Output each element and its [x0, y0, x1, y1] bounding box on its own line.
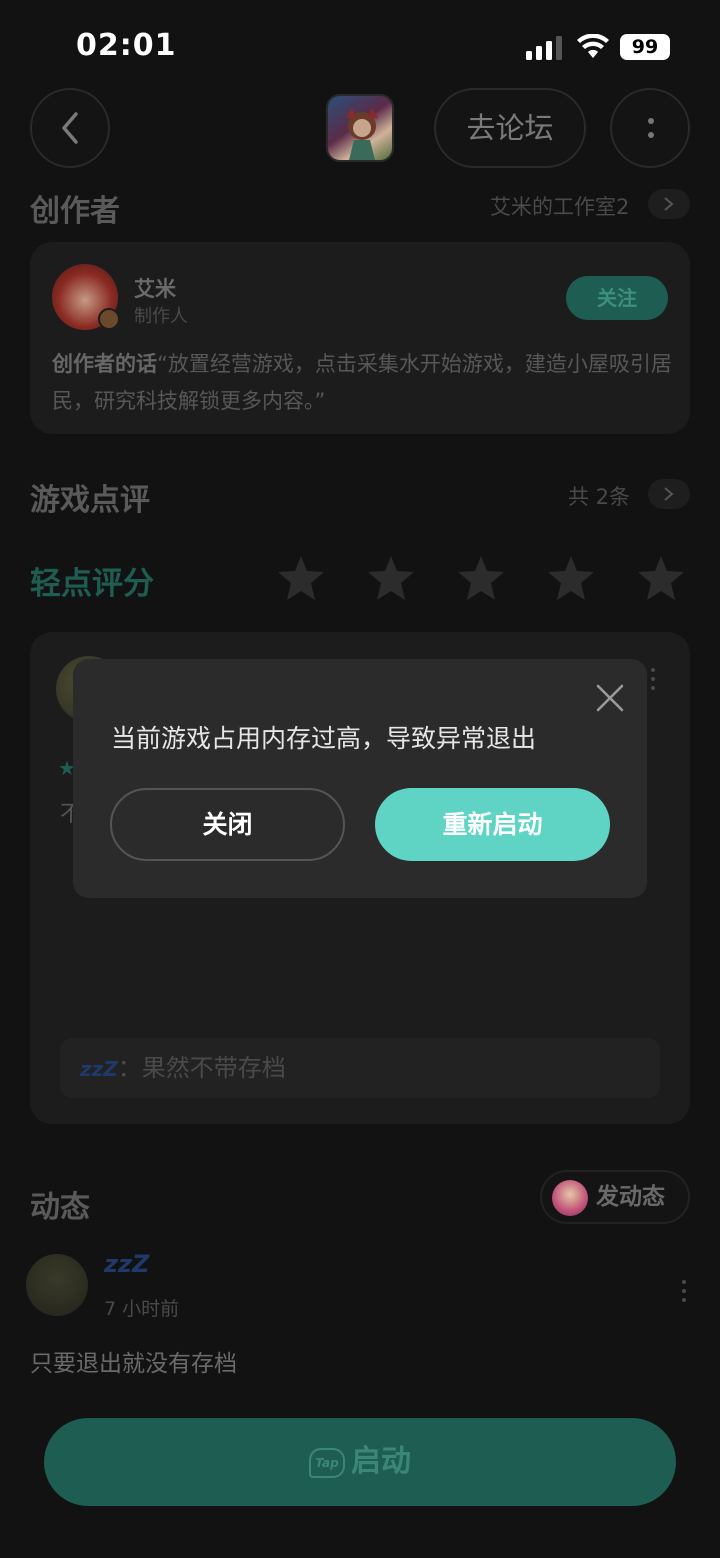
creator-name: 艾米 — [134, 277, 176, 301]
review-reply[interactable]: zzZ：果然不带存档 — [60, 1038, 660, 1098]
studio-link[interactable]: 艾米的工作室2 — [490, 191, 629, 221]
feed-user-name[interactable]: zzZ — [104, 1250, 149, 1278]
game-character-icon — [346, 108, 378, 160]
more-dot-icon — [648, 118, 654, 124]
post-feed-button[interactable]: 发动态 — [540, 1170, 690, 1224]
feed-section-title: 动态 — [30, 1190, 90, 1225]
feed-text: 只要退出就没有存档 — [30, 1351, 237, 1377]
follow-button[interactable]: 关注 — [566, 276, 668, 320]
rating-star-icon[interactable] — [546, 554, 596, 602]
chevron-left-icon — [62, 112, 78, 144]
status-bar: 02:01 99 — [0, 0, 720, 90]
wifi-icon — [577, 34, 609, 58]
battery-indicator: 99 — [620, 34, 670, 60]
more-menu-button[interactable] — [610, 88, 690, 168]
feed-more-icon[interactable] — [682, 1280, 686, 1307]
dialog-message: 当前游戏占用内存过高，导致异常退出 — [111, 724, 537, 753]
chevron-right-icon — [664, 487, 674, 501]
feed-user-avatar[interactable] — [26, 1254, 88, 1316]
post-feed-label: 发动态 — [596, 1184, 665, 1210]
user-avatar-mini — [552, 1180, 588, 1216]
studio-chevron-button[interactable] — [648, 189, 690, 219]
review-more-icon[interactable] — [651, 668, 655, 695]
launch-label: 启动 — [351, 1444, 411, 1479]
more-dot-icon — [648, 132, 654, 138]
dialog-restart-button[interactable]: 重新启动 — [375, 788, 610, 861]
tap-logo-icon: Tap — [309, 1447, 345, 1478]
tap-to-rate-label: 轻点评分 — [30, 566, 154, 602]
back-button[interactable] — [30, 88, 110, 168]
game-detail-page: 02:01 99 去论坛 创作者 艾米的工作室2 艾米 制作人 关注 创作者的话… — [0, 0, 720, 1558]
rating-star-icon[interactable] — [276, 554, 326, 602]
status-time: 02:01 — [76, 28, 177, 63]
creator-role: 制作人 — [134, 306, 188, 327]
reviews-chevron-button[interactable] — [648, 479, 690, 509]
forum-button[interactable]: 去论坛 — [434, 88, 586, 168]
creator-quote: 创作者的话“放置经营游戏，点击采集水开始游戏，建造小屋吸引居民，研究科技解锁更多… — [52, 346, 672, 420]
chevron-right-icon — [664, 197, 674, 211]
close-icon[interactable] — [595, 683, 625, 713]
feed-time: 7 小时前 — [104, 1298, 180, 1320]
reply-separator: ： — [117, 1054, 142, 1082]
creator-quote-label: 创作者的话 — [52, 352, 157, 376]
launch-button[interactable]: Tap 启动 — [44, 1418, 676, 1506]
creator-section-title: 创作者 — [30, 194, 120, 229]
game-app-icon[interactable] — [326, 94, 394, 162]
rating-star-icon[interactable] — [456, 554, 506, 602]
reviews-count-link[interactable]: 共 2条 — [568, 481, 630, 511]
dialog-close-button[interactable]: 关闭 — [110, 788, 345, 861]
verified-badge-icon — [98, 308, 120, 330]
rating-star-icon[interactable] — [366, 554, 416, 602]
cellular-signal-icon — [526, 36, 562, 60]
reply-user: zzZ — [80, 1057, 118, 1081]
crash-dialog: 当前游戏占用内存过高，导致异常退出 关闭 重新启动 — [73, 659, 647, 898]
rating-star-icon[interactable] — [636, 554, 686, 602]
reviews-section-title: 游戏点评 — [30, 483, 150, 518]
reply-text: 果然不带存档 — [141, 1054, 286, 1082]
